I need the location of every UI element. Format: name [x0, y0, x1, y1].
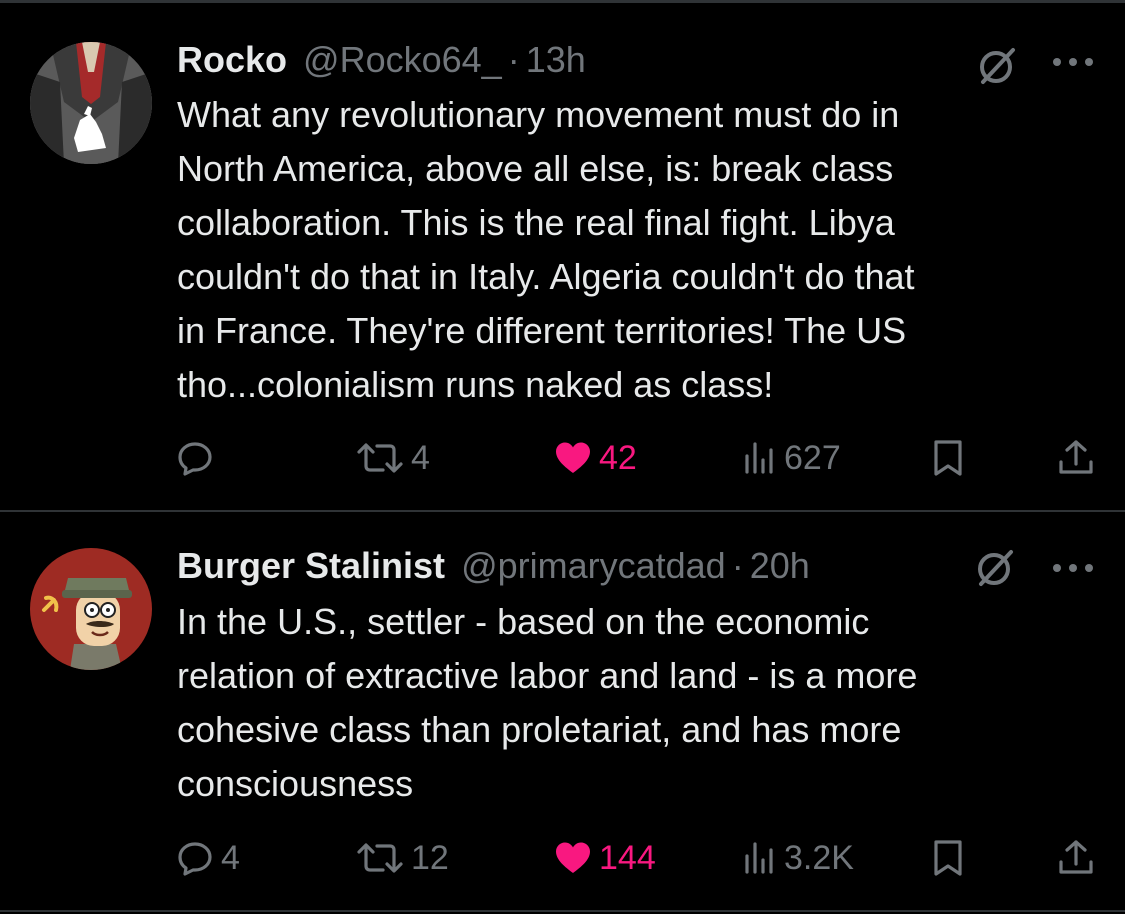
bookmark-icon — [934, 440, 962, 476]
tweet[interactable]: Rocko @Rocko64_ · 13h What any revolutio… — [0, 0, 1125, 512]
separator: · — [507, 39, 520, 80]
repost-icon — [357, 443, 403, 473]
grok-icon[interactable] — [973, 546, 1017, 590]
more-icon[interactable] — [1050, 558, 1096, 578]
tweet-actions: 4 42 627 — [0, 434, 1125, 482]
grok-icon[interactable] — [975, 44, 1019, 88]
share-button[interactable] — [1056, 834, 1096, 882]
tweet-header: Burger Stalinist @primarycatdad · 20h — [177, 544, 810, 588]
bookmark-button[interactable] — [930, 434, 966, 482]
views-icon — [745, 442, 773, 474]
reply-button[interactable]: 4 — [175, 834, 240, 882]
reply-icon — [178, 442, 212, 476]
repost-count: 12 — [411, 838, 449, 877]
views-count: 627 — [784, 438, 841, 477]
tweet-text: What any revolutionary movement must do … — [177, 94, 915, 405]
like-icon — [556, 442, 590, 473]
display-name[interactable]: Burger Stalinist — [177, 545, 445, 587]
more-icon[interactable] — [1050, 52, 1096, 72]
separator: · — [731, 545, 744, 586]
like-count: 144 — [599, 838, 656, 877]
tweet-header: Rocko @Rocko64_ · 13h — [177, 38, 586, 82]
bookmark-icon — [934, 840, 962, 876]
repost-count: 4 — [411, 438, 430, 477]
raised-fist-avatar-icon — [30, 42, 152, 164]
views-button[interactable]: 3.2K — [742, 834, 854, 882]
tweet-text: In the U.S., settler - based on the econ… — [177, 601, 918, 804]
repost-button[interactable]: 12 — [355, 834, 449, 882]
share-icon — [1059, 840, 1093, 874]
reply-button[interactable] — [175, 434, 221, 482]
share-icon — [1059, 440, 1093, 474]
divider — [0, 910, 1125, 912]
handle[interactable]: @Rocko64_ — [303, 39, 502, 81]
reply-count: 4 — [221, 838, 240, 877]
reply-icon — [178, 842, 212, 876]
tweet-actions: 4 12 144 3.2K — [0, 834, 1125, 882]
like-button[interactable]: 144 — [553, 834, 656, 882]
display-name[interactable]: Rocko — [177, 39, 287, 81]
cartoon-character-avatar-icon — [30, 548, 152, 670]
views-icon — [745, 842, 773, 874]
handle[interactable]: @primarycatdad — [461, 545, 726, 587]
bookmark-button[interactable] — [930, 834, 966, 882]
timestamp[interactable]: 13h — [526, 39, 586, 81]
like-count: 42 — [599, 438, 637, 477]
avatar[interactable] — [30, 548, 152, 670]
timestamp[interactable]: 20h — [750, 545, 810, 587]
repost-icon — [357, 843, 403, 873]
share-button[interactable] — [1056, 434, 1096, 482]
tweet[interactable]: Burger Stalinist @primarycatdad · 20h In… — [0, 512, 1125, 912]
views-count: 3.2K — [784, 838, 854, 877]
repost-button[interactable]: 4 — [355, 434, 430, 482]
like-icon — [556, 842, 590, 873]
like-button[interactable]: 42 — [553, 434, 637, 482]
avatar[interactable] — [30, 42, 152, 164]
views-button[interactable]: 627 — [742, 434, 841, 482]
